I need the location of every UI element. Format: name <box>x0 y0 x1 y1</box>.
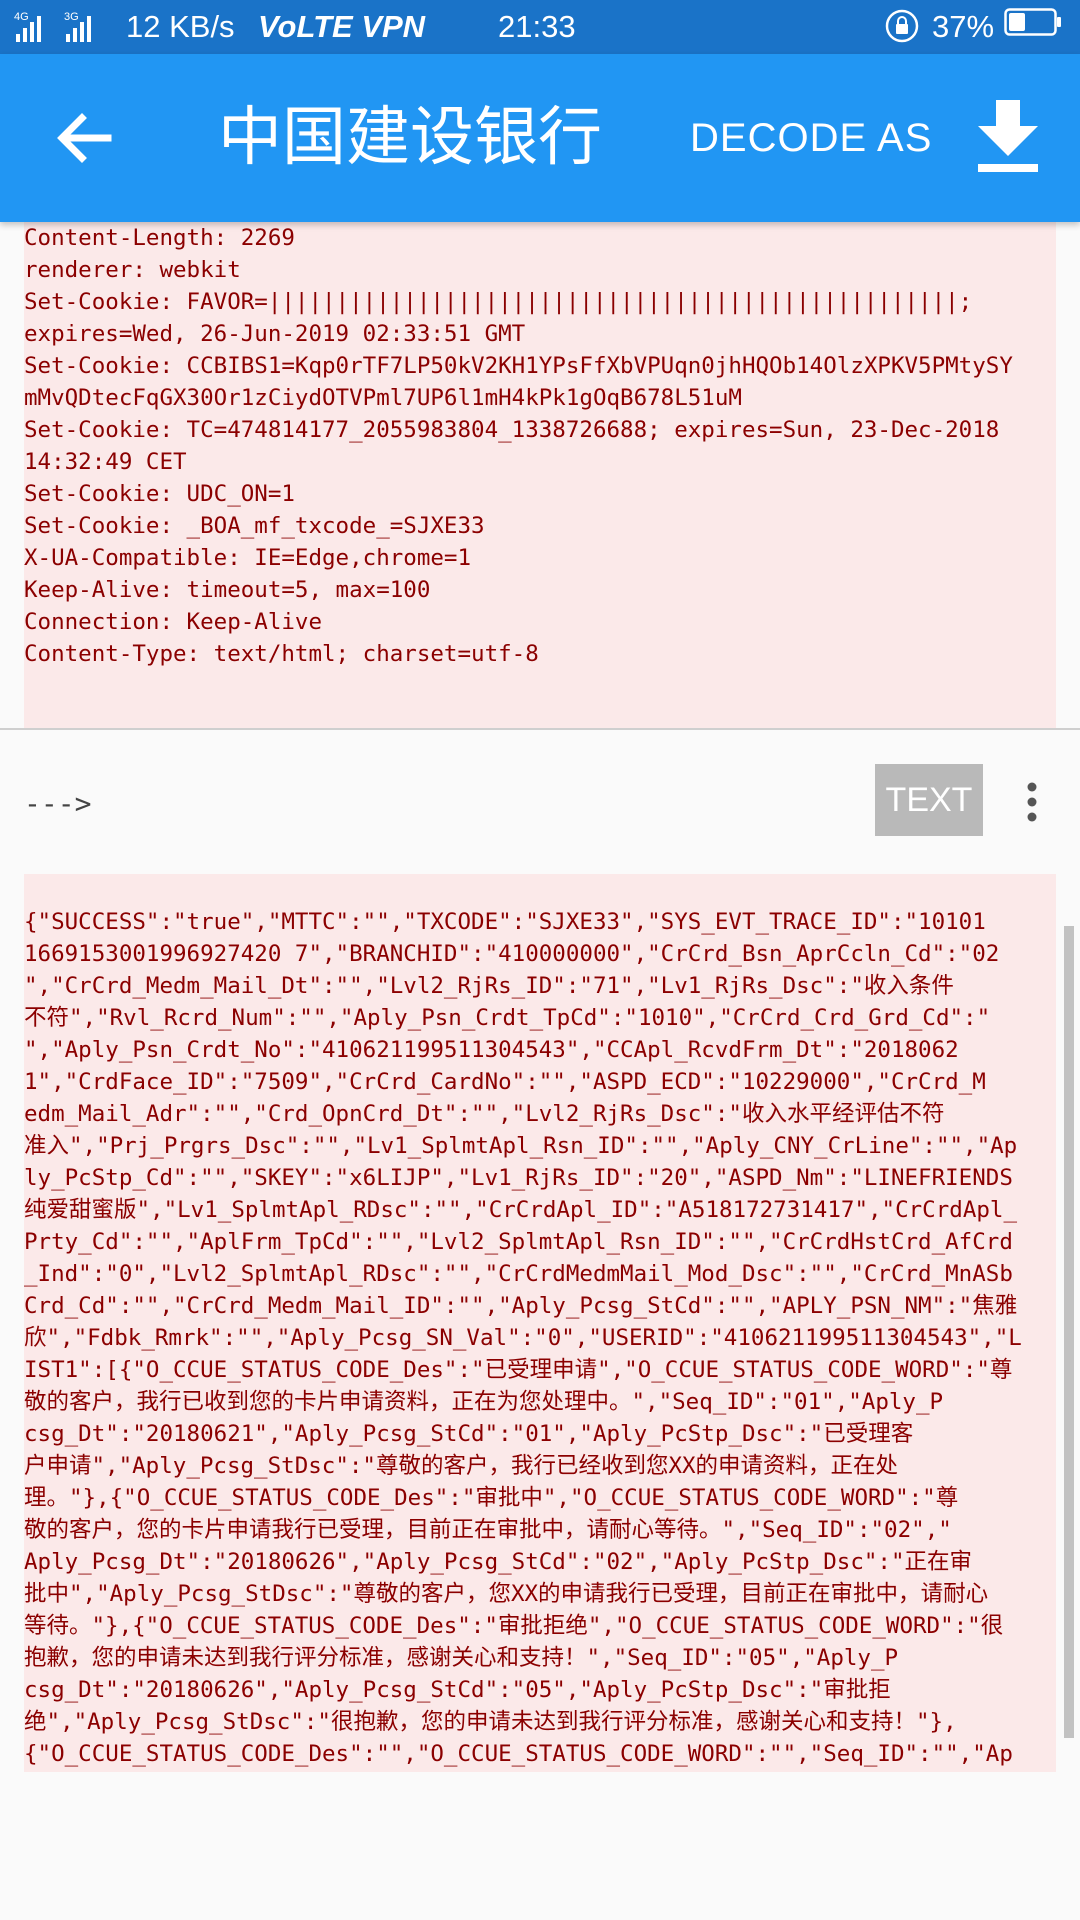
more-vert-icon[interactable] <box>1018 780 1046 824</box>
body-line: Crd_Cd":"","CrCrd_Medm_Mail_ID":"","Aply… <box>24 1293 1018 1319</box>
header-line: Set-Cookie: CCBIBS1=Kqp0rTF7LP50kV2KH1YP… <box>24 353 1013 379</box>
header-line: renderer: webkit <box>24 257 241 283</box>
body-line: 欣","Fdbk_Rmrk":"","Aply_Pcsg_SN_Val":"0"… <box>24 1325 1022 1351</box>
body-line: 绝","Aply_Pcsg_StDsc":"很抱歉，您的申请未达到我行评分标准，… <box>24 1709 957 1735</box>
response-headers-panel[interactable]: Content-Length: 2269 renderer: webkit Set-… <box>24 222 1056 728</box>
body-line: 批中","Aply_Pcsg_StDsc":"尊敬的客户，您XX的申请我行已受理… <box>24 1581 989 1607</box>
body-line: 抱歉，您的申请未达到我行评分标准，感谢关心和支持！","Seq_ID":"05"… <box>24 1645 899 1671</box>
body-line: ","CrCrd_Medm_Mail_Dt":"","Lvl2_RjRs_ID"… <box>24 973 954 999</box>
header-line: Set-Cookie: UDC_ON=1 <box>24 481 295 507</box>
response-body-text: {"SUCCESS":"true","MTTC":"","TXCODE":"SJ… <box>24 906 1056 1770</box>
direction-label: ---> <box>24 787 92 820</box>
status-bar: 4G 3G 12 KB/s VoLTE VPN 21:33 37% <box>0 0 1080 54</box>
scrollbar[interactable] <box>1064 926 1074 1738</box>
clock: 21:33 <box>498 9 576 44</box>
app-bar: 中国建设银行 DECODE AS <box>0 54 1080 222</box>
signal-icon: 4G 3G <box>14 11 91 42</box>
header-line: 14:32:49 CET <box>24 449 187 475</box>
back-arrow-icon[interactable] <box>44 98 124 178</box>
response-headers-text: Content-Length: 2269 renderer: webkit Set-… <box>24 222 1056 670</box>
battery-percent: 37% <box>932 9 995 44</box>
rotation-lock-icon <box>885 9 919 43</box>
header-line: Content-Length: 2269 <box>24 225 295 251</box>
body-line: csg_Dt":"20180621","Aply_Pcsg_StCd":"01"… <box>24 1421 914 1447</box>
header-line: expires=Wed, 26-Jun-2019 02:33:51 GMT <box>24 321 526 347</box>
header-line: Keep-Alive: timeout=5, max=100 <box>24 577 431 603</box>
body-line: _Ind":"0","Lvl2_SplmtApl_RDsc":"","CrCrd… <box>24 1261 1013 1287</box>
decode-as-button[interactable]: DECODE AS <box>690 112 932 164</box>
body-line: Aply_Pcsg_Dt":"20180626","Aply_Pcsg_StCd… <box>24 1549 972 1575</box>
header-line: Set-Cookie: FAVOR=||||||||||||||||||||||… <box>24 289 973 315</box>
svg-text:4G: 4G <box>14 11 29 23</box>
header-line: X-UA-Compatible: IE=Edge,chrome=1 <box>24 545 472 571</box>
text-format-button[interactable]: TEXT <box>875 764 983 836</box>
body-line: 户申请","Aply_Pcsg_StDsc":"尊敬的客户，我行已经收到您XX的… <box>24 1453 899 1479</box>
section-divider <box>0 728 1080 730</box>
body-line: ly_PcStp_Cd":"","SKEY":"x6LIJP","Lv1_RjR… <box>24 1165 1013 1191</box>
download-icon[interactable] <box>972 96 1044 176</box>
body-line: 1669153001996927420 7","BRANCHID":"41000… <box>24 941 1000 967</box>
body-line: Prty_Cd":"","AplFrm_TpCd":"","Lvl2_Splmt… <box>24 1229 1013 1255</box>
battery-icon <box>1004 8 1061 36</box>
body-line: 等待。"},{"O_CCUE_STATUS_CODE_Des":"审批拒绝","… <box>24 1613 1004 1639</box>
body-line: csg_Dt":"20180626","Aply_Pcsg_StCd":"05"… <box>24 1677 891 1703</box>
body-line: 理。"},{"O_CCUE_STATUS_CODE_Des":"审批中","O_… <box>24 1485 959 1511</box>
svg-text:3G: 3G <box>64 11 79 23</box>
body-line: 不符","Rvl_Rcrd_Num":"","Aply_Psn_Crdt_TpC… <box>24 1005 991 1031</box>
response-body-panel[interactable]: {"SUCCESS":"true","MTTC":"","TXCODE":"SJ… <box>24 874 1056 1772</box>
network-speed: 12 KB/s <box>126 9 235 44</box>
page-title: 中国建设银行 <box>218 101 602 175</box>
body-line: 准入","Prj_Prgrs_Dsc":"","Lv1_SplmtApl_Rsn… <box>24 1133 1018 1159</box>
body-line: edm_Mail_Adr":"","Crd_OpnCrd_Dt":"","Lvl… <box>24 1101 945 1127</box>
body-line: {"SUCCESS":"true","MTTC":"","TXCODE":"SJ… <box>24 909 986 935</box>
body-line: 敬的客户，您的卡片申请我行已受理，目前正在审批中，请耐心等待。","Seq_ID… <box>24 1517 952 1543</box>
header-line: Connection: Keep-Alive <box>24 609 323 635</box>
header-line: mMvQDtecFqGX30Or1zCiydOTVPml7UP6l1mH4kPk… <box>24 385 742 411</box>
header-line: Content-Type: text/html; charset=utf-8 <box>24 641 539 667</box>
body-line: 纯爱甜蜜版","Lv1_SplmtApl_RDsc":"","CrCrdApl_… <box>24 1197 1017 1223</box>
header-line: Set-Cookie: TC=474814177_2055983804_1338… <box>24 417 1000 443</box>
header-line: Set-Cookie: _BOA_mf_txcode_=SJXE33 <box>24 513 485 539</box>
body-line: 敬的客户，我行已收到您的卡片申请资料，正在为您处理中。","Seq_ID":"0… <box>24 1389 944 1415</box>
body-line: IST1":[{"O_CCUE_STATUS_CODE_Des":"已受理申请"… <box>24 1357 1013 1383</box>
volte-vpn-indicator: VoLTE VPN <box>258 9 426 44</box>
body-line: ","Aply_Psn_Crdt_No":"410621199511304543… <box>24 1037 959 1063</box>
body-line: 1","CrdFace_ID":"7509","CrCrd_CardNo":""… <box>24 1069 986 1095</box>
body-line: {"O_CCUE_STATUS_CODE_Des":"","O_CCUE_STA… <box>24 1741 1013 1767</box>
